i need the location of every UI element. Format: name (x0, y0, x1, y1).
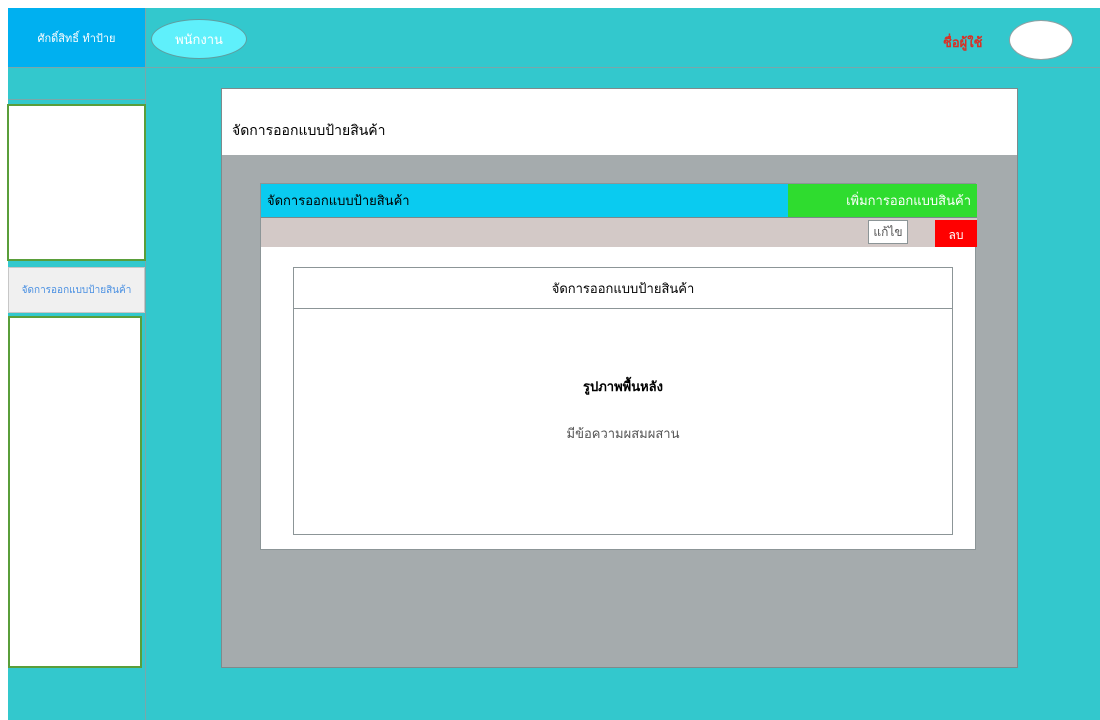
main-panel: จัดการออกแบบป้ายสินค้า จัดการออกแบบป้ายส… (221, 88, 1018, 668)
sidebar-top-strip (8, 68, 145, 100)
edit-button[interactable]: แก้ไข (868, 220, 908, 244)
panel-header: จัดการออกแบบป้ายสินค้า (222, 89, 1017, 155)
brand-label: ศักดิ์สิทธิ์ ทำป้าย (8, 8, 145, 68)
design-card[interactable]: จัดการออกแบบป้ายสินค้า รูปภาพพื้นหลัง มี… (293, 267, 953, 535)
delete-button[interactable]: ลบ (935, 220, 977, 247)
design-section: จัดการออกแบบป้ายสินค้า เพิ่มการออกแบบสิน… (260, 183, 977, 550)
section-title: จัดการออกแบบป้ายสินค้า (261, 184, 788, 218)
card-text: มีข้อความผสมผสาน (566, 427, 680, 442)
card-heading: รูปภาพพื้นหลัง (582, 380, 663, 395)
page-title: จัดการออกแบบป้ายสินค้า (232, 123, 386, 139)
sidebar-top-box (7, 104, 146, 261)
add-design-button[interactable]: เพิ่มการออกแบบสินค้า (788, 184, 977, 218)
card-title: จัดการออกแบบป้ายสินค้า (294, 268, 952, 309)
sidebar-bottom-box (8, 316, 142, 668)
header-divider (8, 67, 1100, 68)
app-window: ศักดิ์สิทธิ์ ทำป้าย พนักงาน ชื่อผู้ใช้ จ… (7, 8, 1100, 720)
role-badge[interactable]: พนักงาน (151, 19, 247, 59)
sidebar-item-manage-sign-design[interactable]: จัดการออกแบบป้ายสินค้า (8, 267, 145, 313)
username-label[interactable]: ชื่อผู้ใช้ (943, 32, 982, 53)
avatar[interactable] (1009, 20, 1073, 60)
